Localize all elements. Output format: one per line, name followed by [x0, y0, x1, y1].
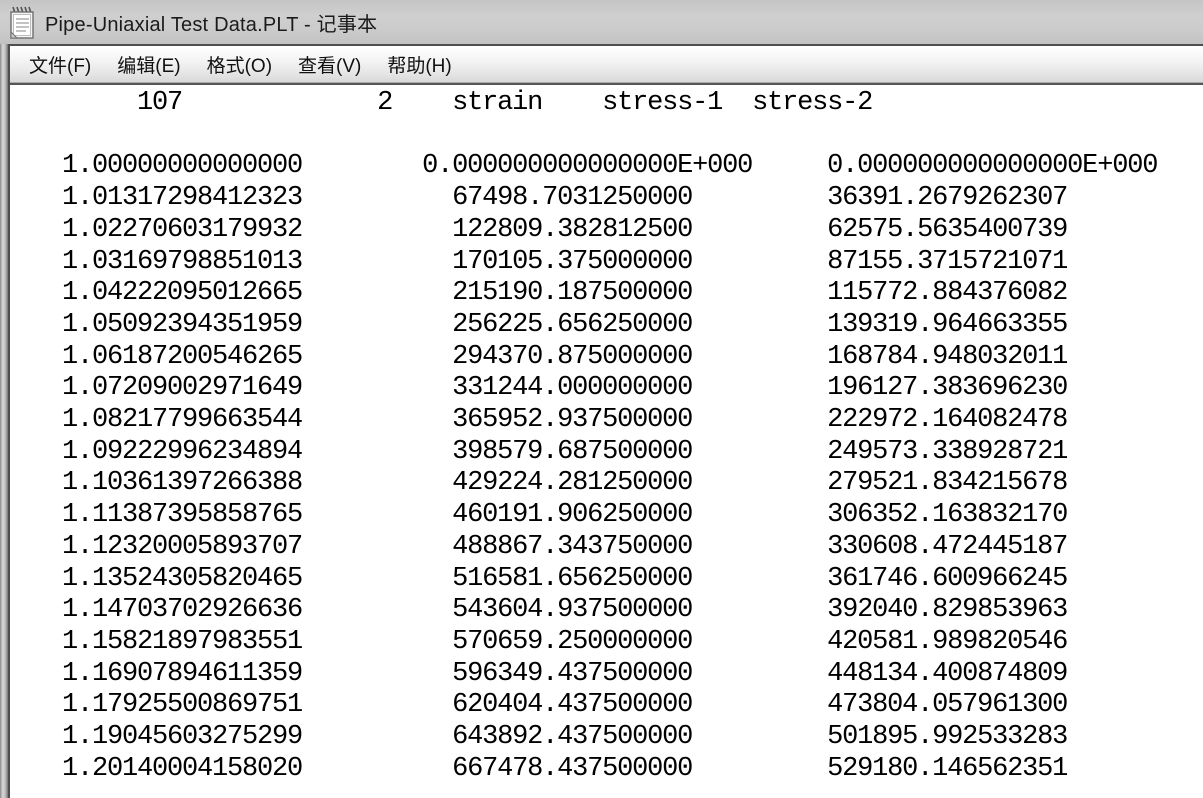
text-editor[interactable]: 107 2 strain stress-1 stress-2 1.0000000…	[10, 85, 1203, 798]
notepad-window: Pipe-Uniaxial Test Data.PLT - 记事本 文件(F) …	[0, 0, 1203, 798]
window-left-frame	[0, 44, 8, 798]
notepad-icon	[10, 6, 34, 39]
menu-item-format[interactable]: 格式(O)	[194, 47, 285, 82]
file-content[interactable]: 107 2 strain stress-1 stress-2 1.0000000…	[10, 85, 1203, 785]
menu-bar: 文件(F) 编辑(E) 格式(O) 查看(V) 帮助(H)	[10, 44, 1203, 82]
menu-item-help[interactable]: 帮助(H)	[374, 47, 464, 82]
window-title: Pipe-Uniaxial Test Data.PLT - 记事本	[45, 13, 378, 36]
menu-item-edit[interactable]: 编辑(E)	[104, 47, 193, 82]
title-bar: Pipe-Uniaxial Test Data.PLT - 记事本	[0, 0, 1203, 44]
menu-item-file[interactable]: 文件(F)	[16, 47, 104, 82]
menu-item-view[interactable]: 查看(V)	[285, 47, 374, 82]
